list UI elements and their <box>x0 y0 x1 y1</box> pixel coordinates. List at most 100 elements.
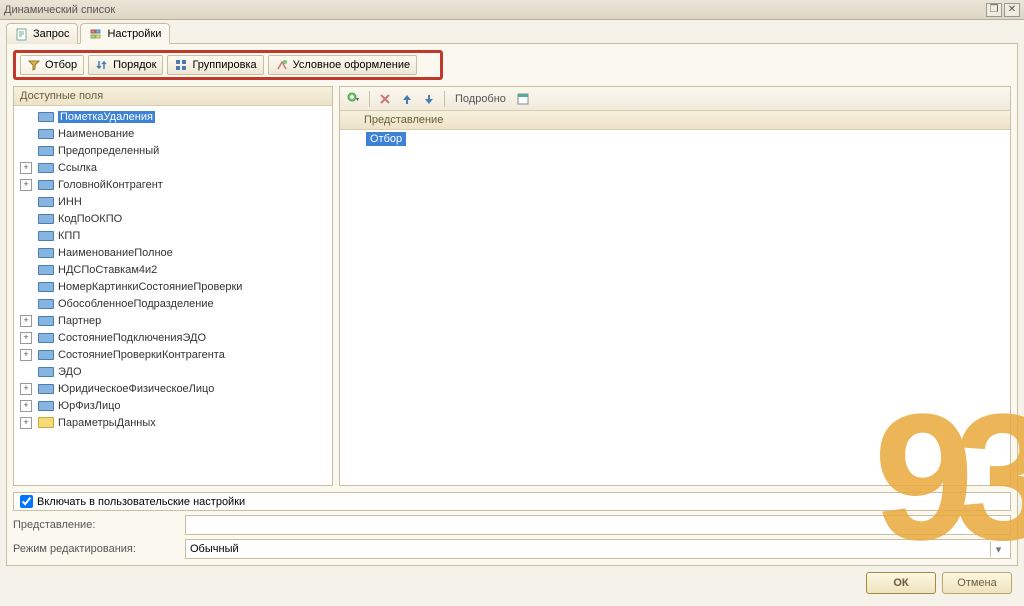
settings-icon <box>89 27 103 41</box>
expand-spacer <box>20 264 32 276</box>
tree-row[interactable]: НомерКартинкиСостояниеПроверки <box>14 278 332 295</box>
tree-item-label: ПараметрыДанных <box>58 417 156 429</box>
window-maximize-button[interactable]: ❐ <box>986 3 1002 17</box>
expand-spacer <box>20 366 32 378</box>
tree-item-label: ЮрФизЛицо <box>58 400 120 412</box>
field-icon <box>38 367 54 377</box>
expand-icon[interactable]: + <box>20 383 32 395</box>
tree-row[interactable]: +Партнер <box>14 312 332 329</box>
tree-item-label: ЮридическоеФизическоеЛицо <box>58 383 214 395</box>
tree-row[interactable]: НДСПоСтавкам4и2 <box>14 261 332 278</box>
tree-row[interactable]: + Ссылка <box>14 159 332 176</box>
toolbar-details-button[interactable]: Подробно <box>450 89 511 109</box>
expand-icon[interactable]: + <box>20 162 32 174</box>
field-icon <box>38 265 54 275</box>
field-icon <box>38 129 54 139</box>
tree-row[interactable]: ИНН <box>14 193 332 210</box>
tree-item-label: Ссылка <box>58 162 97 174</box>
main-tabs: Запрос Настройки <box>6 22 1018 44</box>
field-icon <box>38 214 54 224</box>
tree-row[interactable]: + СостояниеПроверкиКонтрагента <box>14 346 332 363</box>
chevron-down-icon: ▾ <box>990 541 1006 557</box>
presentation-input[interactable] <box>185 515 1011 535</box>
window-close-button[interactable]: ✕ <box>1004 3 1020 17</box>
expand-icon[interactable]: + <box>20 179 32 191</box>
include-user-settings-check[interactable]: Включать в пользовательские настройки <box>13 492 1011 511</box>
field-icon <box>38 282 54 292</box>
query-icon <box>15 27 29 41</box>
tree-row[interactable]: Наименование <box>14 125 332 142</box>
expand-spacer <box>20 145 32 157</box>
available-fields-panel: Доступные поля ПометкаУдаленияНаименован… <box>13 86 333 486</box>
field-icon <box>38 197 54 207</box>
expand-icon[interactable]: + <box>20 315 32 327</box>
tree-row[interactable]: + ПараметрыДанных <box>14 414 332 431</box>
field-icon <box>38 333 54 343</box>
expand-icon[interactable]: + <box>20 417 32 429</box>
toolbar-movedown-button[interactable] <box>419 89 439 109</box>
subtab-grouping-label: Группировка <box>192 59 256 71</box>
toolbar-add-button[interactable] <box>344 89 364 109</box>
fields-tree[interactable]: ПометкаУдаления Наименование Предопределен… <box>14 106 332 485</box>
tree-item-label: ИНН <box>58 196 82 208</box>
tree-item-label: СостояниеПодключенияЭДО <box>58 332 206 344</box>
subtab-conditional-label: Условное оформление <box>293 59 410 71</box>
edit-mode-select[interactable]: Обычный ▾ <box>185 539 1011 559</box>
include-user-settings-checkbox[interactable] <box>20 495 33 508</box>
subtab-order[interactable]: Порядок <box>88 55 163 75</box>
field-icon <box>38 231 54 241</box>
expand-spacer <box>20 128 32 140</box>
subtab-filter[interactable]: Отбор <box>20 55 84 75</box>
toolbar-properties-button[interactable] <box>513 89 533 109</box>
tree-item-label: ГоловнойКонтрагент <box>58 179 163 191</box>
presentation-column-header[interactable]: Представление <box>340 111 1010 130</box>
expand-spacer <box>20 247 32 259</box>
button-bar: ОК Отмена <box>6 566 1018 600</box>
tree-row[interactable]: ОбособленноеПодразделение <box>14 295 332 312</box>
expand-icon[interactable]: + <box>20 332 32 344</box>
subtab-grouping[interactable]: Группировка <box>167 55 263 75</box>
tree-row[interactable]: Предопределенный <box>14 142 332 159</box>
ok-button[interactable]: ОК <box>866 572 936 594</box>
tree-row[interactable]: КПП <box>14 227 332 244</box>
tree-row[interactable]: КодПоОКПО <box>14 210 332 227</box>
filter-toolbar: Подробно <box>340 87 1010 111</box>
toolbar-moveup-button[interactable] <box>397 89 417 109</box>
expand-icon[interactable]: + <box>20 349 32 361</box>
tree-row[interactable]: + СостояниеПодключенияЭДО <box>14 329 332 346</box>
include-user-settings-label: Включать в пользовательские настройки <box>37 496 245 508</box>
cancel-button[interactable]: Отмена <box>942 572 1012 594</box>
tree-row[interactable]: НаименованиеПолное <box>14 244 332 261</box>
tree-row[interactable]: + ЮридическоеФизическоеЛицо <box>14 380 332 397</box>
field-icon <box>38 180 54 190</box>
tree-row[interactable]: ЭДО <box>14 363 332 380</box>
edit-mode-label: Режим редактирования: <box>13 543 185 555</box>
tree-row[interactable]: + ГоловнойКонтрагент <box>14 176 332 193</box>
toolbar-delete-button[interactable] <box>375 89 395 109</box>
tree-item-label: ПометкаУдаления <box>58 111 155 123</box>
titlebar: Динамический список ❐ ✕ <box>0 0 1024 20</box>
toolbar-separator <box>444 91 445 107</box>
filter-row[interactable]: Отбор <box>346 130 1010 148</box>
field-icon <box>38 384 54 394</box>
field-icon <box>38 112 54 122</box>
field-icon <box>38 299 54 309</box>
tree-item-label: Предопределенный <box>58 145 159 157</box>
tree-item-label: СостояниеПроверкиКонтрагента <box>58 349 225 361</box>
tree-item-label: ЭДО <box>58 366 82 378</box>
tree-row[interactable]: ПометкаУдаления <box>14 108 332 125</box>
tab-query[interactable]: Запрос <box>6 23 78 44</box>
filter-grid[interactable]: Отбор <box>340 130 1010 485</box>
expand-spacer <box>20 213 32 225</box>
subtab-conditional[interactable]: Условное оформление <box>268 55 417 75</box>
expand-spacer <box>20 196 32 208</box>
tree-item-label: КПП <box>58 230 80 242</box>
expand-icon[interactable]: + <box>20 400 32 412</box>
filter-row-label: Отбор <box>366 132 406 146</box>
tree-row[interactable]: + ЮрФизЛицо <box>14 397 332 414</box>
edit-mode-value: Обычный <box>190 543 239 555</box>
tree-item-label: НомерКартинкиСостояниеПроверки <box>58 281 242 293</box>
filter-icon <box>27 58 41 72</box>
tab-query-label: Запрос <box>33 28 69 40</box>
tab-settings[interactable]: Настройки <box>80 23 170 44</box>
